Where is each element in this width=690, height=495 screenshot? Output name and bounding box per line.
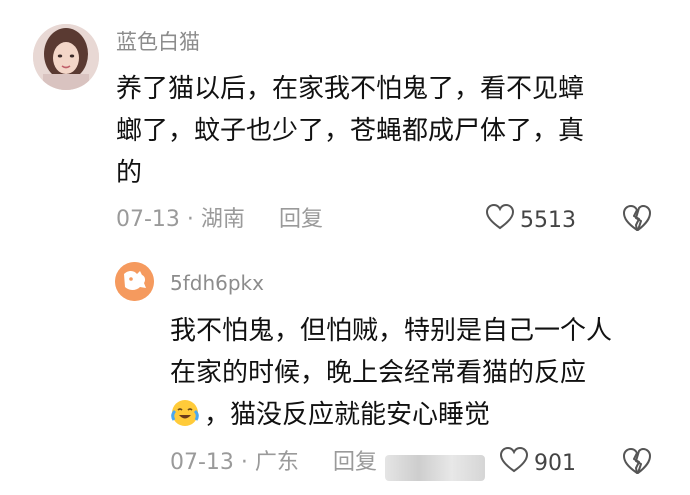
broken-heart-icon <box>622 448 652 479</box>
comment-line: 养了猫以后，在家我不怕鬼了，看不见蟑 <box>116 74 585 104</box>
like-count: 901 <box>534 450 576 476</box>
comment-line: 的 <box>116 158 143 188</box>
comment-text: 养了猫以后，在家我不怕鬼了，看不见蟑 螂了，蚊子也少了，苍蝇都成尸体了，真 的 <box>116 68 661 194</box>
comment-line: ，猫没反应就能安心睡觉 <box>204 400 491 430</box>
username[interactable]: 5fdh6pkx <box>170 269 264 297</box>
heart-icon <box>499 446 529 479</box>
watermark-overlay <box>385 455 485 481</box>
comment-meta: 07-13 · 湖南 <box>116 207 245 232</box>
reply-button[interactable]: 回复 <box>333 448 377 478</box>
like-button[interactable]: 5513 <box>485 203 576 236</box>
like-count: 5513 <box>520 207 576 233</box>
reply-button[interactable]: 回复 <box>279 205 323 235</box>
dislike-button[interactable] <box>622 204 652 236</box>
comment-meta: 07-13 · 广东 <box>170 450 299 475</box>
crying-laughing-emoji-icon <box>170 398 200 428</box>
comment-line-with-emoji: ，猫没反应就能安心睡觉 <box>170 394 675 436</box>
broken-heart-icon <box>622 205 652 236</box>
avatar[interactable] <box>33 24 99 90</box>
comment-line: 在家的时候，晚上会经常看猫的反应 <box>170 358 587 388</box>
dislike-button[interactable] <box>622 447 652 479</box>
username[interactable]: 蓝色白猫 <box>116 28 200 56</box>
heart-icon <box>485 203 515 236</box>
comment-line: 螂了，蚊子也少了，苍蝇都成尸体了，真 <box>116 116 585 146</box>
comment-line: 我不怕鬼，但怕贼，特别是自己一个人 <box>170 316 613 346</box>
comment-text: 我不怕鬼，但怕贼，特别是自己一个人 在家的时候，晚上会经常看猫的反应 ，猫没反应… <box>170 310 675 436</box>
like-button[interactable]: 901 <box>499 446 576 479</box>
avatar[interactable] <box>115 262 154 301</box>
